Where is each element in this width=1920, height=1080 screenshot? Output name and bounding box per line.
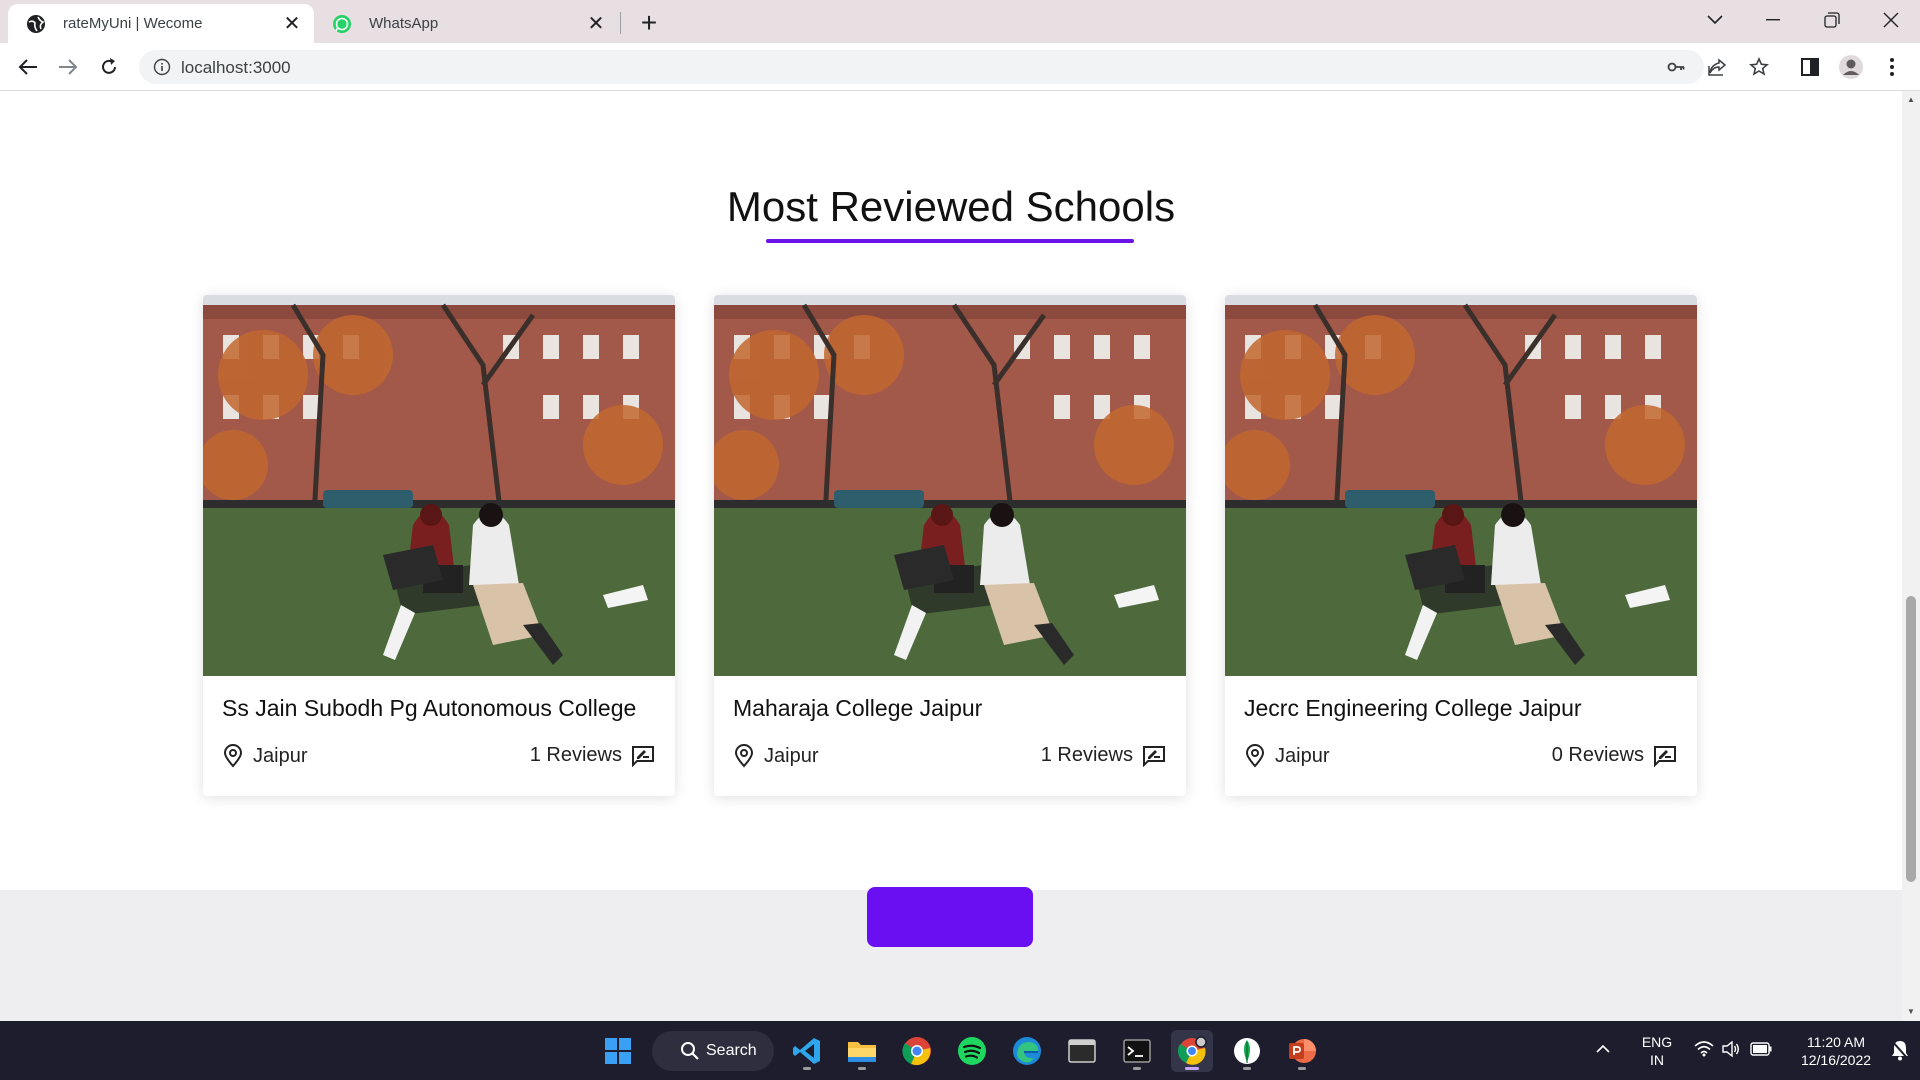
back-icon[interactable] bbox=[12, 51, 44, 83]
review-count-text: 1 Reviews bbox=[1040, 744, 1133, 766]
search-icon bbox=[681, 1042, 699, 1060]
whatsapp-icon bbox=[332, 14, 352, 34]
notification-bell-icon[interactable] bbox=[1890, 1039, 1910, 1061]
language-code: ENG bbox=[1641, 1034, 1673, 1050]
forward-icon[interactable] bbox=[52, 51, 84, 83]
powerpoint-icon[interactable] bbox=[1281, 1030, 1323, 1072]
show-hidden-icons-chevron-icon[interactable] bbox=[1596, 1044, 1610, 1053]
school-location: Jaipur bbox=[222, 744, 307, 768]
review-icon bbox=[1143, 745, 1165, 767]
location-pin-icon bbox=[734, 744, 754, 768]
tab-strip: rateMyUni | Wecome ✕ WhatsApp ✕ + bbox=[0, 0, 1920, 43]
windows-start-icon[interactable] bbox=[597, 1030, 639, 1072]
browser-toolbar: localhost:3000 bbox=[0, 43, 1920, 91]
campus-photo bbox=[203, 295, 675, 676]
file-explorer-icon[interactable] bbox=[841, 1030, 883, 1072]
school-location: Jaipur bbox=[733, 744, 818, 768]
clock-time: 11:20 AM bbox=[1806, 1034, 1866, 1050]
review-count-text: 0 Reviews bbox=[1551, 744, 1644, 766]
close-tab-icon[interactable]: ✕ bbox=[586, 13, 606, 35]
tab-whatsapp[interactable]: WhatsApp ✕ bbox=[318, 4, 618, 43]
wifi-icon[interactable] bbox=[1694, 1041, 1714, 1057]
side-panel-icon[interactable] bbox=[1794, 51, 1826, 83]
school-card[interactable]: Ss Jain Subodh Pg Autonomous College Jai… bbox=[203, 295, 675, 796]
tab-ratemyuni[interactable]: rateMyUni | Wecome ✕ bbox=[8, 4, 314, 43]
campus-photo bbox=[1225, 295, 1697, 676]
profile-avatar-icon[interactable] bbox=[1835, 51, 1867, 83]
clock-date: 12/16/2022 bbox=[1800, 1052, 1872, 1068]
campus-photo bbox=[714, 295, 1186, 676]
review-count[interactable]: 1 Reviews bbox=[1041, 744, 1166, 767]
vscode-icon[interactable] bbox=[786, 1030, 828, 1072]
location-pin-icon bbox=[223, 744, 243, 768]
reload-icon[interactable] bbox=[93, 51, 125, 83]
running-indicator bbox=[858, 1067, 866, 1070]
edge-icon[interactable] bbox=[1006, 1030, 1048, 1072]
page-viewport: Most Reviewed Schools Ss Jain Subodh Pg … bbox=[0, 91, 1902, 1021]
scroll-up-icon[interactable]: ▲ bbox=[1906, 95, 1916, 105]
review-count[interactable]: 1 Reviews bbox=[530, 744, 655, 767]
school-card[interactable]: Jecrc Engineering College Jaipur Jaipur … bbox=[1225, 295, 1697, 796]
chrome-active-icon[interactable] bbox=[1171, 1030, 1213, 1072]
review-count[interactable]: 0 Reviews bbox=[1552, 744, 1677, 767]
scroll-down-icon[interactable]: ▼ bbox=[1906, 1007, 1916, 1017]
chrome-icon[interactable] bbox=[896, 1030, 938, 1072]
volume-icon[interactable] bbox=[1722, 1041, 1740, 1057]
spotify-icon[interactable] bbox=[951, 1030, 993, 1072]
share-icon[interactable] bbox=[1707, 57, 1727, 77]
taskbar: Search ENG IN 11:20 AM 12/16/2022 bbox=[0, 1021, 1920, 1080]
school-name[interactable]: Maharaja College Jaipur bbox=[733, 695, 982, 722]
running-indicator bbox=[803, 1067, 811, 1070]
search-label: Search bbox=[706, 1042, 757, 1059]
tab-title: WhatsApp bbox=[369, 15, 439, 32]
tab-separator bbox=[620, 12, 621, 34]
running-indicator bbox=[1298, 1067, 1306, 1070]
location-pin-icon bbox=[1245, 744, 1265, 768]
close-window-icon[interactable] bbox=[1862, 0, 1920, 40]
review-icon bbox=[632, 745, 654, 767]
url-text: localhost:3000 bbox=[181, 58, 291, 77]
more-options-icon[interactable] bbox=[1876, 51, 1908, 83]
running-indicator bbox=[1133, 1067, 1141, 1070]
scroll-thumb[interactable] bbox=[1906, 596, 1916, 882]
address-bar[interactable]: localhost:3000 bbox=[139, 50, 1769, 84]
mongodb-compass-icon[interactable] bbox=[1226, 1030, 1268, 1072]
new-tab-button[interactable]: + bbox=[634, 7, 664, 38]
tab-title: rateMyUni | Wecome bbox=[63, 15, 203, 32]
command-prompt-icon[interactable] bbox=[1116, 1030, 1158, 1072]
close-tab-icon[interactable]: ✕ bbox=[282, 13, 302, 35]
terminal-icon[interactable] bbox=[1061, 1030, 1103, 1072]
section-title: Most Reviewed Schools bbox=[726, 183, 1176, 230]
language-indicator[interactable]: ENG IN bbox=[1634, 1033, 1680, 1069]
minimize-icon[interactable] bbox=[1744, 0, 1802, 40]
title-underline bbox=[766, 239, 1134, 243]
clock[interactable]: 11:20 AM 12/16/2022 bbox=[1786, 1033, 1886, 1069]
battery-icon[interactable] bbox=[1750, 1042, 1772, 1056]
site-info-icon[interactable] bbox=[153, 58, 171, 76]
school-name[interactable]: Jecrc Engineering College Jaipur bbox=[1244, 695, 1582, 722]
region-code: IN bbox=[1650, 1052, 1664, 1068]
school-location: Jaipur bbox=[1244, 744, 1329, 768]
review-icon bbox=[1654, 745, 1676, 767]
review-count-text: 1 Reviews bbox=[529, 744, 622, 766]
globe-icon bbox=[26, 14, 46, 34]
tab-search-chevron-icon[interactable] bbox=[1686, 0, 1744, 40]
page-scrollbar[interactable]: ▲ ▼ bbox=[1902, 91, 1920, 1021]
bookmark-star-icon[interactable] bbox=[1749, 57, 1769, 77]
location-text: Jaipur bbox=[1275, 744, 1330, 767]
running-indicator bbox=[1243, 1067, 1251, 1070]
location-text: Jaipur bbox=[764, 744, 819, 767]
school-card[interactable]: Maharaja College Jaipur Jaipur 1 Reviews bbox=[714, 295, 1186, 796]
active-indicator bbox=[1185, 1067, 1199, 1070]
key-icon[interactable] bbox=[1666, 57, 1686, 77]
location-text: Jaipur bbox=[253, 744, 308, 767]
restore-icon[interactable] bbox=[1803, 0, 1861, 40]
taskbar-search[interactable]: Search bbox=[652, 1031, 774, 1071]
footer-cta-button[interactable] bbox=[867, 887, 1033, 947]
school-name[interactable]: Ss Jain Subodh Pg Autonomous College bbox=[222, 695, 636, 722]
